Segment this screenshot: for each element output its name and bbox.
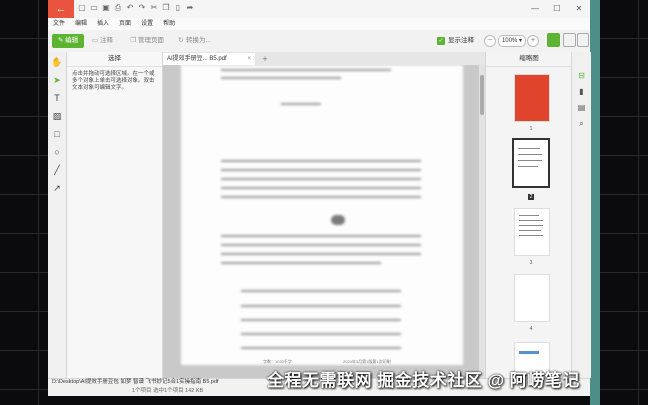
close-icon[interactable]: ✕ xyxy=(568,0,590,18)
pdf-page xyxy=(181,65,463,365)
annotate-label: 注释 xyxy=(100,37,113,44)
thumbnails-icon[interactable]: ⊟ xyxy=(576,70,587,81)
manage-pages-button[interactable]: ❐ 管理页面 xyxy=(128,35,164,47)
comments-icon[interactable]: ▤ xyxy=(576,102,587,113)
selected-page-number: 2 xyxy=(527,194,535,200)
menu-insert[interactable]: 插入 xyxy=(92,18,114,30)
bookmark-icon[interactable]: ▮ xyxy=(576,86,587,97)
copy-icon[interactable]: ❐ xyxy=(162,3,170,13)
menu-bar: 文件 编辑 插入 页面 设置 帮助 xyxy=(48,18,590,30)
menu-page[interactable]: 页面 xyxy=(114,18,136,30)
close-tab-icon[interactable]: × xyxy=(247,53,251,65)
thumbnail-panel-title: 缩略图 xyxy=(486,52,572,67)
convert-button[interactable]: ↻ 转换为... xyxy=(176,35,211,47)
arrow-icon[interactable]: ↗ xyxy=(51,182,63,194)
edit-button-label: 编辑 xyxy=(65,37,79,44)
thumbnail-page-3[interactable] xyxy=(514,208,550,256)
show-annotations-checkbox[interactable]: ✓ xyxy=(437,37,445,45)
forward-icon[interactable]: ➦ xyxy=(186,3,194,13)
search-icon[interactable]: ⌕ xyxy=(576,118,587,129)
tab-label: AI提效手册豆... B5.pdf xyxy=(167,56,227,62)
menu-help[interactable]: 帮助 xyxy=(158,18,180,30)
thumbnail-number: 4 xyxy=(529,326,533,332)
thumbnail-number: 1 xyxy=(529,126,533,132)
save-icon[interactable]: ▣ xyxy=(102,3,110,13)
zoom-select[interactable]: 100% ▾ xyxy=(498,35,526,47)
menu-file[interactable]: 文件 xyxy=(48,18,70,30)
document-tabs: AI提效手册豆... B5.pdf × + xyxy=(163,52,485,65)
select-panel: 选择 点击并拖动可选择区域。在一个或多个对象上单击可选择对象。双击文本对象可编辑… xyxy=(67,52,163,378)
redo-icon[interactable]: ↷ xyxy=(138,3,146,13)
cut-icon[interactable]: ✂ xyxy=(150,3,158,13)
select-panel-title: 选择 xyxy=(67,52,162,67)
main-toolbar: ✎ 编辑 ▭ 注释 ❐ 管理页面 ↻ 转换为... ✓ 显示注释 − 100% ▾ + xyxy=(48,30,590,53)
zoom-value: 100% xyxy=(501,38,518,44)
thumbnail-page-2[interactable] xyxy=(512,138,550,188)
new-icon[interactable]: ▢ xyxy=(78,3,86,13)
image-tool-icon[interactable]: ▨ xyxy=(51,110,63,122)
text-tool-icon[interactable]: T xyxy=(51,92,63,104)
add-tab-icon[interactable]: + xyxy=(259,53,271,65)
zoom-in-button[interactable]: + xyxy=(527,35,539,47)
manage-pages-label: 管理页面 xyxy=(138,37,164,44)
pages-icon: ❐ xyxy=(130,37,136,44)
tool-rail: ✋ ➤ T ▨ □ ○ ╱ ↗ xyxy=(48,52,67,378)
hand-icon[interactable]: ✋ xyxy=(51,56,63,68)
title-bar: ← ▢ ▭ ▣ ⎙ ↶ ↷ ✂ ❐ ▯ ➦ — ☐ ✕ xyxy=(48,0,590,19)
tab-document[interactable]: AI提效手册豆... B5.pdf × xyxy=(163,53,255,65)
select-panel-description: 点击并拖动可选择区域。在一个或多个对象上单击可选择对象。双击文本对象可编辑文字。 xyxy=(72,71,155,91)
print-icon[interactable]: ⎙ xyxy=(114,3,122,13)
edit-button[interactable]: ✎ 编辑 xyxy=(52,34,84,48)
quick-access-toolbar: ▢ ▭ ▣ ⎙ ↶ ↷ ✂ ❐ ▯ ➦ xyxy=(78,3,194,13)
zoom-out-button[interactable]: − xyxy=(484,35,496,47)
thumbnail-number-selected: 2 xyxy=(514,194,548,200)
desktop-background-right xyxy=(590,0,648,405)
document-view[interactable]: 字数：1020千字 2024年3月第1版第1次印刷 xyxy=(163,65,485,378)
maximize-icon[interactable]: ☐ xyxy=(546,0,568,18)
paste-icon[interactable]: ▯ xyxy=(174,3,182,13)
convert-label: 转换为... xyxy=(186,37,211,44)
thumbnail-number: 3 xyxy=(529,260,533,266)
open-icon[interactable]: ▭ xyxy=(90,3,98,13)
convert-icon: ↻ xyxy=(178,37,184,44)
video-watermark: 全程无需联网 掘金技术社区 @ 阿崂笔记 xyxy=(267,371,580,390)
show-annotations-label: 显示注释 xyxy=(448,37,474,44)
file-path: D:\Desktop\AI提效手册豆包 如梦 智谱 飞书妙记5合1实操指南 B5… xyxy=(52,379,219,385)
thumbnail-page-4[interactable] xyxy=(514,274,550,322)
minimize-icon[interactable]: — xyxy=(524,0,546,18)
line-icon[interactable]: ╱ xyxy=(51,164,63,176)
comment-icon: ▭ xyxy=(91,37,99,44)
selection-info: 1个项目 选中1个项目 142 KB xyxy=(132,388,204,394)
window-controls: — ☐ ✕ xyxy=(524,0,590,18)
menu-settings[interactable]: 设置 xyxy=(136,18,158,30)
fit-view-icon[interactable] xyxy=(577,33,589,47)
pdf-editor-window: ← ▢ ▭ ▣ ⎙ ↶ ↷ ✂ ❐ ▯ ➦ — ☐ ✕ 文件 编辑 插入 页面 … xyxy=(48,0,591,396)
annotate-button[interactable]: ▭ 注释 xyxy=(90,35,113,47)
thumbnail-page-1[interactable] xyxy=(514,74,550,122)
right-toolbar: ⊟ ▮ ▤ ⌕ xyxy=(571,52,591,378)
ellipse-icon[interactable]: ○ xyxy=(51,146,63,158)
page-footer-right: 2024年3月第1版第1次印刷 xyxy=(343,359,391,364)
page-footer-left: 字数：1020千字 xyxy=(263,359,292,364)
menu-edit[interactable]: 编辑 xyxy=(70,18,92,30)
undo-icon[interactable]: ↶ xyxy=(126,3,134,13)
thumbnail-panel: 缩略图 1 2 3 4 xyxy=(485,52,572,378)
single-page-view-icon[interactable] xyxy=(547,33,560,47)
rectangle-icon[interactable]: □ xyxy=(51,128,63,140)
back-button[interactable]: ← xyxy=(48,0,74,18)
select-icon[interactable]: ➤ xyxy=(51,74,63,86)
grid-view-icon[interactable] xyxy=(563,33,576,47)
